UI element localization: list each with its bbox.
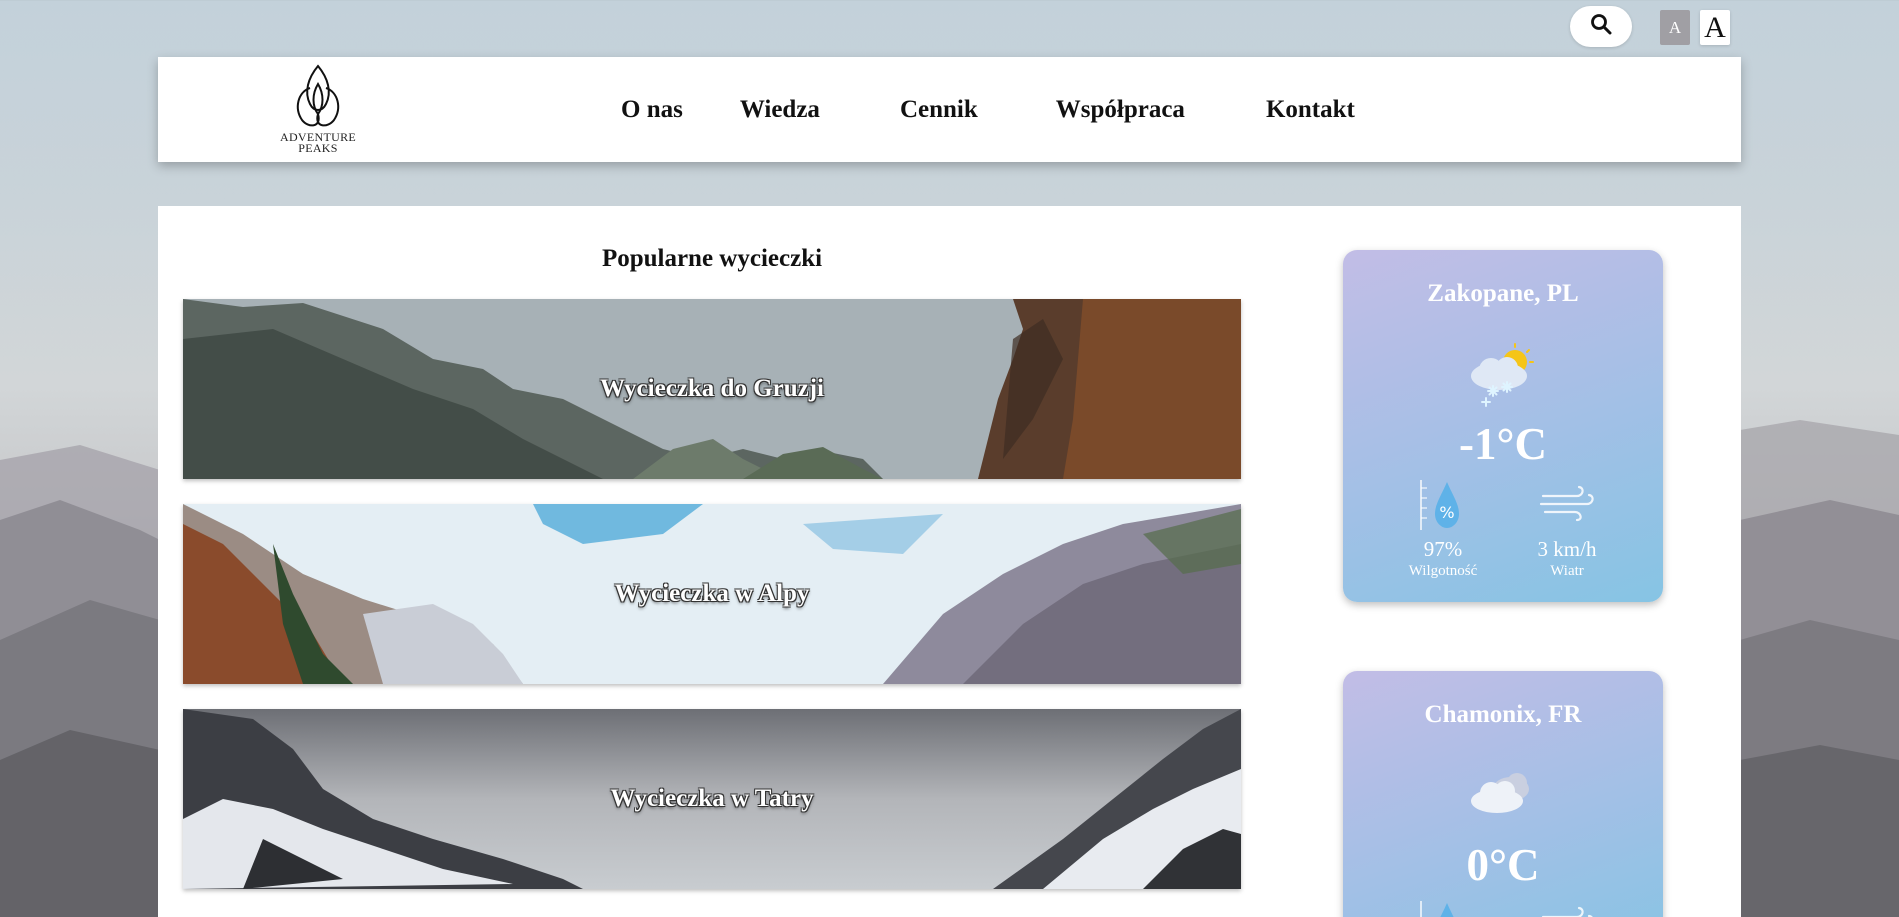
- nav-link-wiedza[interactable]: Wiedza: [740, 96, 820, 124]
- humidity-stat: % 97% Wilgotność: [1383, 478, 1503, 580]
- wind-label: Wiatr: [1550, 563, 1584, 579]
- humidity-icon: %: [1413, 480, 1473, 536]
- weather-city: Zakopane, PL: [1427, 280, 1579, 307]
- humidity-stat: [1383, 899, 1503, 917]
- trip-label-tatry: Wycieczka w Tatry: [610, 785, 814, 812]
- nav-link-o-nas[interactable]: O nas: [621, 96, 683, 124]
- section-title: Popularne wycieczki: [601, 245, 823, 272]
- humidity-value: 97%: [1423, 537, 1463, 561]
- weather-temperature: 0°C: [1466, 840, 1540, 890]
- font-size-increase-button[interactable]: A: [1700, 10, 1730, 45]
- wind-value: 3 km/h: [1537, 537, 1597, 561]
- main-nav: O nas Wiedza Cennik Współpraca Kontakt: [621, 57, 1355, 162]
- weather-city: Chamonix, FR: [1424, 701, 1582, 728]
- main-content: Popularne wycieczki Wycieczka do Gruzji: [158, 206, 1741, 917]
- search-icon: [1590, 13, 1612, 40]
- nav-link-cennik[interactable]: Cennik: [900, 96, 978, 124]
- search-button[interactable]: [1570, 6, 1632, 47]
- lotus-logo-icon: [276, 62, 360, 132]
- cloudy-icon: [1343, 767, 1663, 822]
- wind-stat: 3 km/h Wiatr: [1507, 478, 1627, 580]
- trip-label-alpy: Wycieczka w Alpy: [614, 580, 810, 607]
- svg-text:%: %: [1439, 503, 1454, 522]
- weather-card-chamonix: Chamonix, FR 0°C: [1343, 671, 1663, 917]
- site-header: ADVENTURE PEAKS O nas Wiedza Cennik Wspó…: [158, 57, 1741, 162]
- trip-card-gruzja[interactable]: Wycieczka do Gruzji: [183, 299, 1241, 479]
- nav-link-wspolpraca[interactable]: Współpraca: [1056, 96, 1185, 124]
- wind-stat: [1507, 899, 1627, 917]
- nav-link-kontakt[interactable]: Kontakt: [1266, 96, 1355, 124]
- logo[interactable]: ADVENTURE PEAKS: [276, 62, 360, 157]
- wind-icon: [1537, 485, 1597, 536]
- snow-partly-sunny-icon: [1343, 340, 1663, 415]
- font-size-decrease-button[interactable]: A: [1660, 10, 1690, 45]
- trip-card-alpy[interactable]: Wycieczka w Alpy: [183, 504, 1241, 684]
- trip-card-tatry[interactable]: Wycieczka w Tatry: [183, 709, 1241, 889]
- humidity-label: Wilgotność: [1408, 563, 1478, 579]
- trip-label-gruzja: Wycieczka do Gruzji: [599, 375, 825, 402]
- weather-temperature: -1°C: [1459, 419, 1547, 469]
- weather-card-zakopane: Zakopane, PL -1°C % 97% Wilgotność 3 km/…: [1343, 250, 1663, 602]
- logo-text-line2: PEAKS: [298, 141, 338, 155]
